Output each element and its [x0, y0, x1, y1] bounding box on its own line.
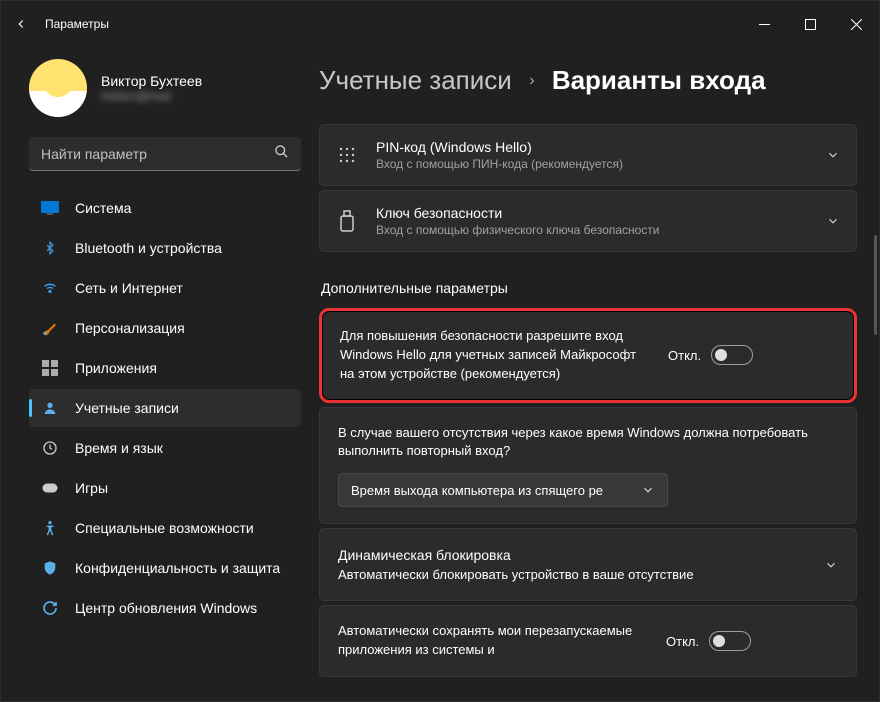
sidebar-item-label: Система — [75, 200, 131, 216]
setting-subtitle: Автоматически блокировать устройство в в… — [338, 566, 806, 585]
select-signin-timeout[interactable]: Время выхода компьютера из спящего ре — [338, 473, 668, 507]
sidebar-item-label: Сеть и Интернет — [75, 280, 183, 296]
breadcrumb-current: Варианты входа — [552, 65, 766, 96]
sidebar-item-update[interactable]: Центр обновления Windows — [29, 589, 301, 627]
shield-icon — [41, 559, 59, 577]
card-title: Ключ безопасности — [376, 205, 808, 221]
system-icon — [41, 199, 59, 217]
toggle-state-label: Откл. — [666, 634, 699, 649]
sidebar-item-label: Время и язык — [75, 440, 163, 456]
sidebar-item-label: Игры — [75, 480, 108, 496]
pin-icon — [336, 144, 358, 166]
clock-icon — [41, 439, 59, 457]
setting-dynamic-lock[interactable]: Динамическая блокировка Автоматически бл… — [319, 528, 857, 601]
breadcrumb: Учетные записи Варианты входа — [319, 65, 857, 96]
accessibility-icon — [41, 519, 59, 537]
sidebar-item-time[interactable]: Время и язык — [29, 429, 301, 467]
card-security-key[interactable]: Ключ безопасности Вход с помощью физичес… — [319, 190, 857, 252]
profile-email: hidden@mail — [101, 89, 202, 103]
usb-key-icon — [336, 210, 358, 232]
chevron-right-icon — [526, 75, 538, 87]
sidebar-item-accessibility[interactable]: Специальные возможности — [29, 509, 301, 547]
card-subtitle: Вход с помощью физического ключа безопас… — [376, 223, 808, 237]
search-icon — [274, 144, 289, 164]
search-input[interactable] — [41, 146, 274, 162]
sidebar-item-label: Конфиденциальность и защита — [75, 560, 280, 576]
sidebar-item-network[interactable]: Сеть и Интернет — [29, 269, 301, 307]
setting-description: Для повышения безопасности разрешите вхо… — [340, 327, 650, 384]
section-additional: Дополнительные параметры — [321, 280, 857, 296]
apps-icon — [41, 359, 59, 377]
setting-title: Динамическая блокировка — [338, 545, 806, 565]
sidebar-nav: Система Bluetooth и устройства Сеть и Ин… — [29, 189, 301, 627]
card-pin[interactable]: PIN-код (Windows Hello) Вход с помощью П… — [319, 124, 857, 186]
profile-block[interactable]: Виктор Бухтеев hidden@mail — [29, 59, 301, 117]
chevron-down-icon — [826, 148, 840, 162]
sidebar-item-label: Приложения — [75, 360, 157, 376]
sidebar-item-apps[interactable]: Приложения — [29, 349, 301, 387]
gamepad-icon — [41, 479, 59, 497]
toggle-hello-signin[interactable] — [711, 345, 753, 365]
sidebar-item-gaming[interactable]: Игры — [29, 469, 301, 507]
setting-hello-signin: Для повышения безопасности разрешите вхо… — [319, 308, 857, 403]
profile-name: Виктор Бухтеев — [101, 73, 202, 89]
search-box[interactable] — [29, 137, 301, 171]
toggle-restart-apps[interactable] — [709, 631, 751, 651]
chevron-down-icon — [826, 214, 840, 228]
chevron-down-icon — [824, 558, 838, 572]
sidebar-item-label: Центр обновления Windows — [75, 600, 257, 616]
toggle-state-label: Откл. — [668, 348, 701, 363]
card-subtitle: Вход с помощью ПИН-кода (рекомендуется) — [376, 157, 808, 171]
update-icon — [41, 599, 59, 617]
brush-icon — [41, 319, 59, 337]
breadcrumb-parent[interactable]: Учетные записи — [319, 65, 512, 96]
sidebar-item-label: Bluetooth и устройства — [75, 240, 222, 256]
card-title: PIN-код (Windows Hello) — [376, 139, 808, 155]
setting-description: Автоматически сохранять мои перезапускае… — [338, 622, 648, 660]
setting-require-signin: В случае вашего отсутствия через какое в… — [319, 407, 857, 525]
back-button[interactable] — [13, 16, 29, 32]
setting-description: В случае вашего отсутствия через какое в… — [338, 424, 838, 462]
sidebar-item-personalization[interactable]: Персонализация — [29, 309, 301, 347]
bluetooth-icon — [41, 239, 59, 257]
wifi-icon — [41, 279, 59, 297]
sidebar-item-label: Учетные записи — [75, 400, 179, 416]
app-title: Параметры — [45, 17, 109, 31]
sidebar-item-label: Персонализация — [75, 320, 185, 336]
sidebar-item-system[interactable]: Система — [29, 189, 301, 227]
person-icon — [41, 399, 59, 417]
scrollbar[interactable] — [874, 235, 877, 335]
maximize-button[interactable] — [787, 1, 833, 47]
sidebar-item-privacy[interactable]: Конфиденциальность и защита — [29, 549, 301, 587]
sidebar-item-label: Специальные возможности — [75, 520, 254, 536]
chevron-down-icon — [641, 483, 655, 497]
setting-restart-apps: Автоматически сохранять мои перезапускае… — [319, 605, 857, 677]
minimize-button[interactable] — [741, 1, 787, 47]
sidebar-item-bluetooth[interactable]: Bluetooth и устройства — [29, 229, 301, 267]
sidebar-item-accounts[interactable]: Учетные записи — [29, 389, 301, 427]
close-button[interactable] — [833, 1, 879, 47]
select-value: Время выхода компьютера из спящего ре — [351, 483, 631, 498]
avatar — [29, 59, 87, 117]
